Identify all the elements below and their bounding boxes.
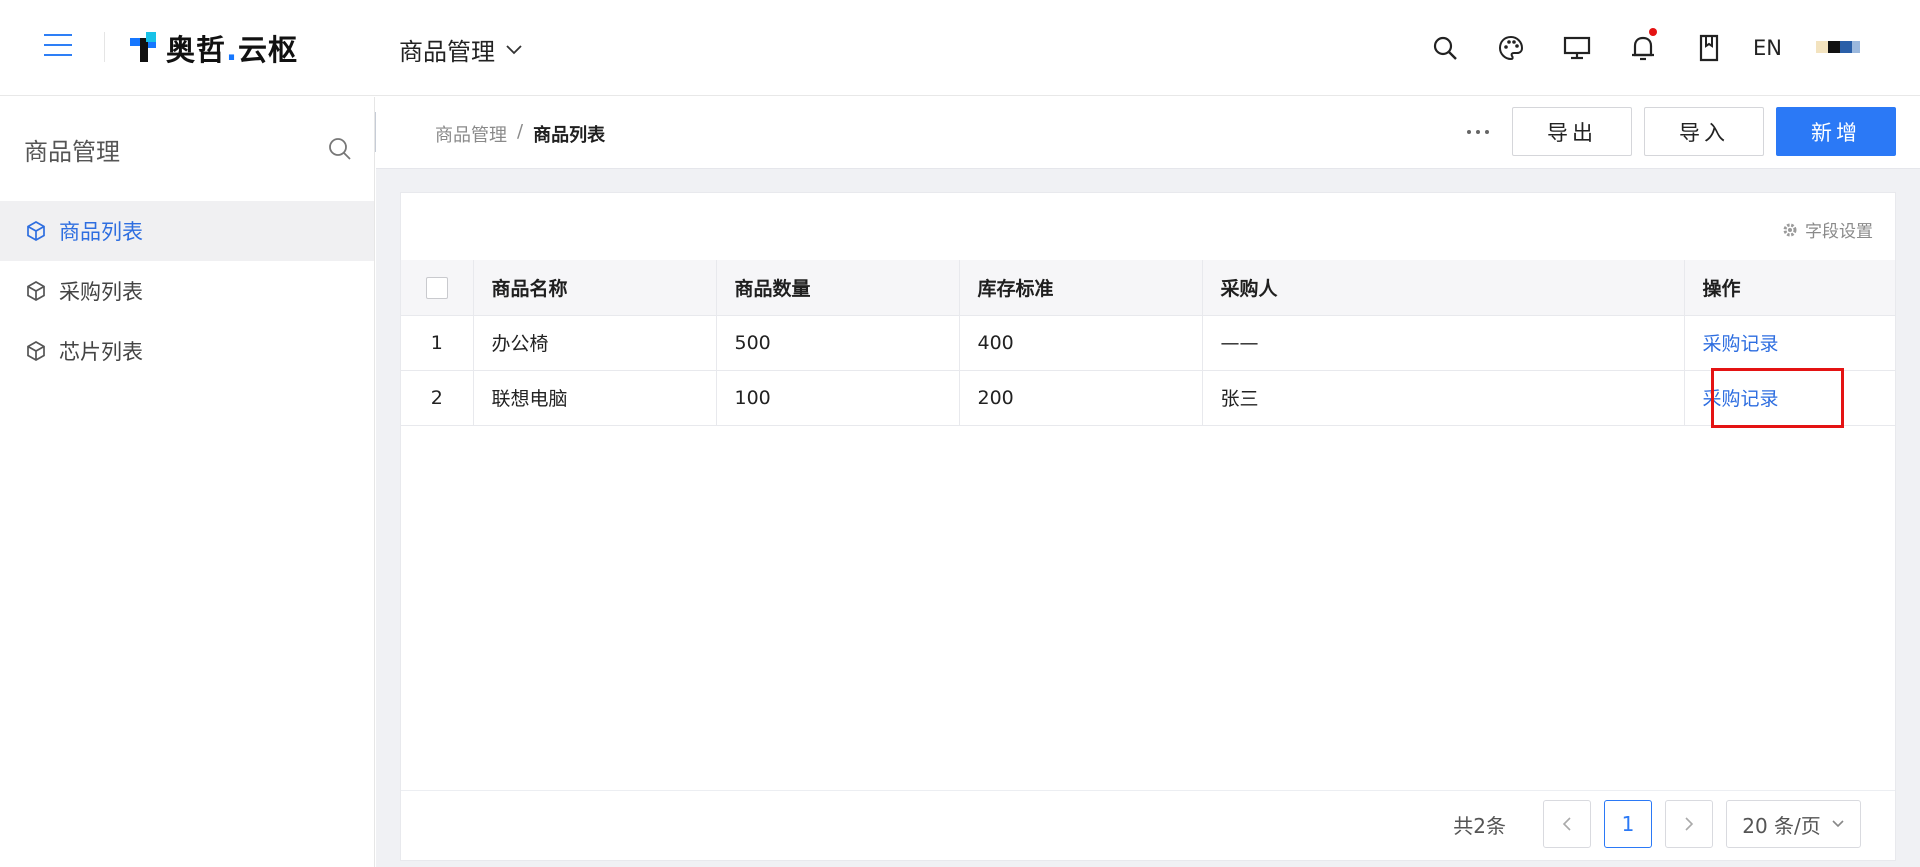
add-button[interactable]: 新增 <box>1776 107 1896 156</box>
module-label: 商品管理 <box>399 38 495 66</box>
field-settings-label: 字段设置 <box>1805 222 1873 242</box>
column-header: 库存标准 <box>959 260 1203 316</box>
menu-icon[interactable] <box>44 34 72 56</box>
palette-icon[interactable] <box>1491 28 1531 68</box>
more-icon[interactable] <box>1461 117 1495 147</box>
bell-icon[interactable] <box>1623 28 1663 68</box>
sidebar-item-label: 商品列表 <box>59 220 143 244</box>
select-all-checkbox[interactable] <box>425 276 448 299</box>
column-header: 采购人 <box>1202 260 1685 316</box>
import-button[interactable]: 导入 <box>1644 107 1764 156</box>
sidebar-item-product-list[interactable]: 商品列表 <box>0 201 374 261</box>
sidebar-item-label: 芯片列表 <box>59 340 143 364</box>
cell-stock: 200 <box>959 370 1203 426</box>
cell-name: 联想电脑 <box>473 370 717 426</box>
page-toolbar: 商品管理 / 商品列表 导出 导入 新增 <box>376 97 1920 169</box>
product-table: 商品名称 商品数量 库存标准 采购人 操作 1 办公椅 500 400 —— 采… <box>401 260 1895 426</box>
cell-quantity: 100 <box>716 370 960 426</box>
sidebar-item-label: 采购列表 <box>59 280 143 304</box>
export-button[interactable]: 导出 <box>1512 107 1632 156</box>
total-count: 共2条 <box>1453 813 1506 838</box>
column-header: 商品数量 <box>716 260 960 316</box>
module-switcher[interactable]: 商品管理 <box>399 32 523 67</box>
cell-buyer: 张三 <box>1202 370 1685 426</box>
header-actions: EN <box>1399 28 1880 68</box>
cell-quantity: 500 <box>716 315 960 371</box>
cell-stock: 400 <box>959 315 1203 371</box>
sidebar-item-chip-list[interactable]: 芯片列表 <box>0 321 374 381</box>
purchase-record-link[interactable]: 采购记录 <box>1703 388 1779 410</box>
sidebar-title: 商品管理 <box>24 137 120 166</box>
gear-icon <box>1783 223 1797 236</box>
sidebar-header: 商品管理 <box>0 97 374 201</box>
pagination: 共2条 1 20 条/页 <box>1453 800 1861 848</box>
prev-page-button[interactable] <box>1543 800 1591 848</box>
chevron-down-icon <box>1832 820 1844 828</box>
search-icon[interactable] <box>1425 28 1465 68</box>
monitor-icon[interactable] <box>1557 28 1597 68</box>
cell-name: 办公椅 <box>473 315 717 371</box>
cube-icon <box>27 341 45 361</box>
page-size-select[interactable]: 20 条/页 <box>1726 800 1861 848</box>
next-page-button[interactable] <box>1665 800 1713 848</box>
row-index: 2 <box>401 370 474 426</box>
chevron-left-icon <box>1562 817 1571 831</box>
cube-icon <box>27 221 45 241</box>
logo-mark-icon <box>130 32 162 64</box>
bookmark-icon[interactable] <box>1689 28 1729 68</box>
logo-text: 奥哲.云枢 <box>166 33 299 67</box>
table-header-row: 商品名称 商品数量 库存标准 采购人 操作 <box>401 260 1895 316</box>
sidebar-item-purchase-list[interactable]: 采购列表 <box>0 261 374 321</box>
action-cell: 采购记录 <box>1684 370 1895 426</box>
column-header: 操作 <box>1684 260 1895 316</box>
breadcrumb: 商品管理 / 商品列表 <box>435 121 605 147</box>
purchase-record-link[interactable]: 采购记录 <box>1703 333 1779 355</box>
action-cell: 采购记录 <box>1684 315 1895 371</box>
cube-icon <box>27 281 45 301</box>
page-button[interactable]: 1 <box>1604 800 1652 848</box>
page-size-label: 20 条/页 <box>1742 813 1821 838</box>
row-index: 1 <box>401 315 474 371</box>
column-header: 商品名称 <box>473 260 717 316</box>
cell-buyer: —— <box>1202 315 1685 371</box>
table-row: 2 联想电脑 100 200 张三 采购记录 <box>401 370 1895 426</box>
chevron-down-icon <box>506 44 522 54</box>
main-content: 商品管理 / 商品列表 导出 导入 新增 字段设置 商品名称 商品数量 库存标准… <box>376 97 1920 867</box>
notification-dot <box>1649 28 1658 36</box>
sidebar: 商品管理 商品列表 采购列表 芯片列表 <box>0 97 375 867</box>
chevron-right-icon <box>1685 817 1694 831</box>
search-icon[interactable] <box>328 137 352 161</box>
breadcrumb-current: 商品列表 <box>533 125 606 146</box>
top-header: 奥哲.云枢 商品管理 EN <box>0 0 1920 96</box>
select-all-cell <box>401 260 474 316</box>
header-divider <box>104 32 105 62</box>
language-switch[interactable]: EN <box>1753 36 1782 60</box>
breadcrumb-separator: / <box>517 121 524 142</box>
table-row: 1 办公椅 500 400 —— 采购记录 <box>401 315 1895 371</box>
breadcrumb-parent[interactable]: 商品管理 <box>435 121 507 147</box>
pager-divider <box>401 790 1895 791</box>
avatar[interactable] <box>1816 38 1880 58</box>
list-card: 字段设置 商品名称 商品数量 库存标准 采购人 操作 1 办公椅 500 400 <box>400 192 1896 861</box>
field-settings-button[interactable]: 字段设置 <box>1781 217 1873 242</box>
app-logo[interactable]: 奥哲.云枢 <box>130 28 298 68</box>
